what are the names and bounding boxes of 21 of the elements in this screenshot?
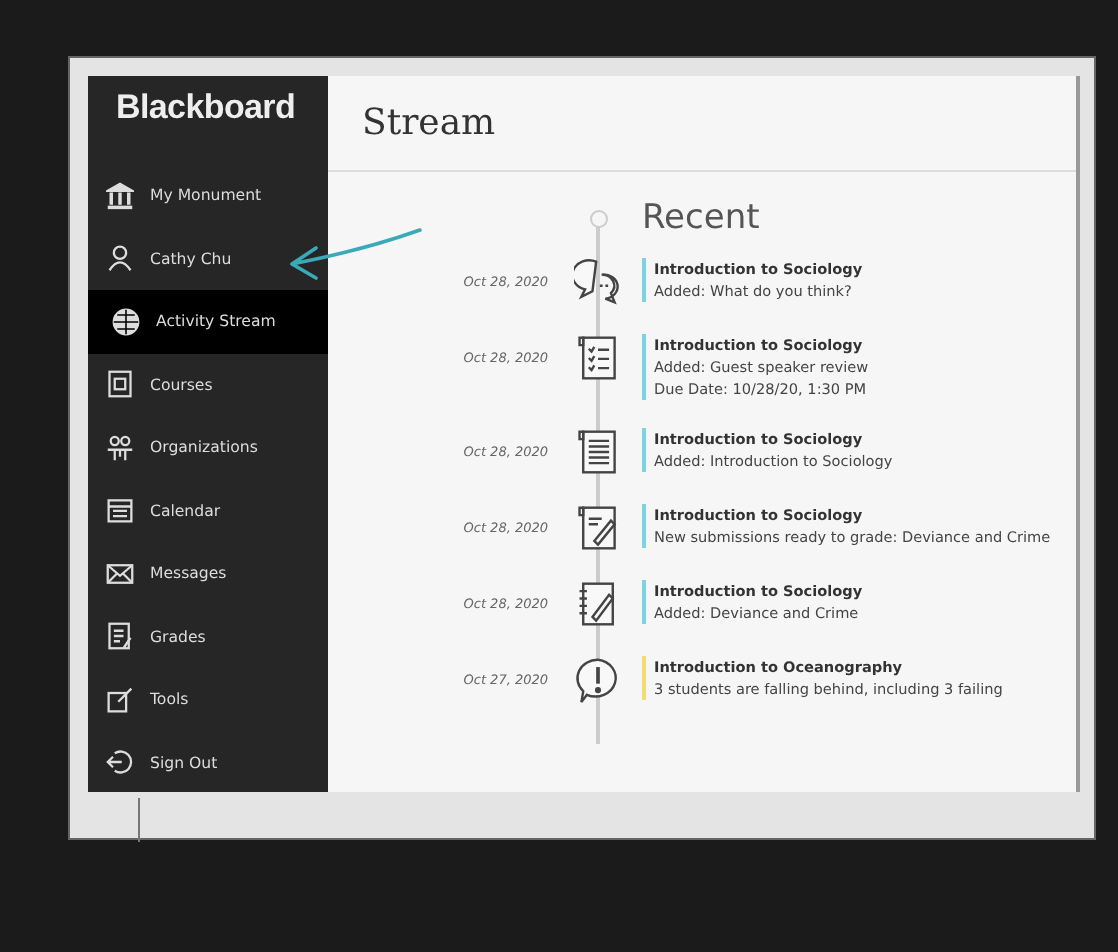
page-title: Stream — [362, 102, 496, 144]
document-icon — [574, 428, 622, 476]
person-icon — [106, 244, 134, 273]
grades-icon — [106, 622, 134, 651]
envelope-icon — [106, 559, 134, 588]
checklist-icon — [574, 334, 622, 382]
globe-icon — [112, 307, 140, 336]
institution-icon — [106, 181, 134, 210]
annotation-arrow — [284, 226, 424, 286]
timeline-start-dot — [589, 209, 607, 227]
grading-icon — [574, 504, 622, 552]
logo: Blackboard — [114, 86, 298, 130]
discussion-icon — [574, 258, 622, 306]
tools-icon — [106, 685, 134, 714]
signout-icon — [106, 748, 134, 777]
people-icon — [106, 433, 134, 462]
courses-icon — [106, 370, 134, 399]
section-title: Recent — [642, 198, 760, 238]
alert-icon — [574, 656, 622, 704]
calendar-icon — [106, 496, 134, 525]
cursor-line — [138, 798, 140, 842]
